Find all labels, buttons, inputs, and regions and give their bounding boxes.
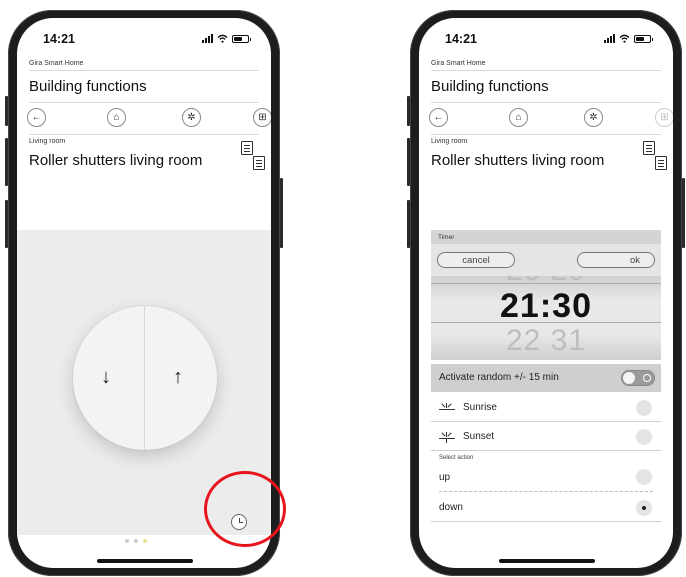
- status-bar: 14:21: [419, 18, 673, 52]
- app-name: Gira Smart Home: [29, 60, 84, 67]
- time-option-next[interactable]: 22 31: [431, 324, 661, 358]
- divider: [29, 102, 259, 103]
- gear-icon: ✲: [187, 112, 196, 123]
- action-option-down[interactable]: down: [431, 494, 661, 522]
- cancel-button[interactable]: cancel: [437, 252, 515, 268]
- time-option-selected[interactable]: 21:30: [431, 287, 661, 326]
- page-title: Building functions: [29, 78, 147, 95]
- room-label: Living room: [29, 138, 66, 145]
- home-button[interactable]: ⌂: [107, 108, 126, 127]
- sunrise-icon: [439, 402, 455, 414]
- document-icon[interactable]: [643, 141, 655, 155]
- house-icon: ⌂: [515, 112, 522, 123]
- scene-button[interactable]: ✲: [182, 108, 201, 127]
- side-button: [5, 200, 8, 248]
- battery-icon: [232, 34, 251, 43]
- arrow-down-icon[interactable]: ↓: [101, 366, 111, 389]
- gear-icon: ✲: [589, 112, 598, 123]
- home-indicator[interactable]: [97, 559, 193, 563]
- back-button[interactable]: ←: [27, 108, 46, 127]
- sunrise-radio[interactable]: [636, 400, 652, 416]
- random-toggle-row[interactable]: Activate random +/- 15 min: [431, 364, 661, 392]
- sunset-icon: [439, 431, 455, 443]
- nav-bar: ← ⌂ ✲ ⊞: [25, 108, 271, 128]
- divider: [144, 306, 145, 450]
- divider: [29, 70, 259, 71]
- device-title: Roller shutters living room: [29, 152, 203, 169]
- divider: [431, 70, 661, 71]
- battery-icon: [634, 34, 653, 43]
- random-toggle[interactable]: [621, 370, 655, 386]
- home-button[interactable]: ⌂: [509, 108, 528, 127]
- scene-button[interactable]: ✲: [584, 108, 603, 127]
- divider: [431, 102, 661, 103]
- action-label: up: [439, 471, 451, 483]
- side-button: [280, 178, 283, 248]
- device-title: Roller shutters living room: [431, 152, 605, 169]
- home-indicator[interactable]: [499, 559, 595, 563]
- select-action-label: Select action: [439, 455, 474, 461]
- page-dot-active: [143, 539, 147, 543]
- wifi-icon: [217, 34, 228, 43]
- right-phone: 14:21 Gira Smart Home Building functions…: [407, 10, 685, 576]
- highlight-circle: [204, 471, 286, 547]
- arrow-up-icon[interactable]: ↑: [173, 366, 183, 389]
- wifi-icon: [619, 34, 630, 43]
- document-icon[interactable]: [241, 141, 253, 155]
- status-time: 14:21: [43, 32, 75, 46]
- side-button: [5, 96, 8, 126]
- page-dot: [134, 539, 138, 543]
- page-indicator: [125, 539, 147, 543]
- status-icons: [604, 34, 653, 43]
- timer-heading: Timer: [431, 230, 661, 244]
- nav-bar: ← ⌂ ✲ ⊞: [427, 108, 673, 128]
- grid-icon: ⊞: [660, 112, 669, 123]
- phone-screen: 14:21 Gira Smart Home Building functions…: [419, 18, 673, 568]
- sunset-label: Sunset: [463, 431, 495, 442]
- sunrise-label: Sunrise: [463, 402, 497, 413]
- side-button: [407, 138, 410, 186]
- picker-line: [431, 322, 661, 323]
- document-icon[interactable]: [655, 156, 667, 170]
- arrow-left-icon: ←: [433, 112, 444, 123]
- document-icon[interactable]: [253, 156, 265, 170]
- signal-icon: [604, 34, 615, 43]
- grid-icon: ⊞: [258, 112, 267, 123]
- status-time: 14:21: [445, 32, 477, 46]
- side-button: [407, 96, 410, 126]
- arrow-left-icon: ←: [31, 112, 42, 123]
- side-button: [407, 200, 410, 248]
- signal-icon: [202, 34, 213, 43]
- divider: [439, 491, 653, 492]
- divider: [29, 134, 259, 135]
- side-button: [5, 138, 8, 186]
- sunset-radio[interactable]: [636, 429, 652, 445]
- app-name: Gira Smart Home: [431, 60, 486, 67]
- back-button[interactable]: ←: [429, 108, 448, 127]
- ok-button[interactable]: ok: [577, 252, 655, 268]
- grid-button[interactable]: ⊞: [655, 108, 673, 127]
- page-title: Building functions: [431, 78, 549, 95]
- house-icon: ⌂: [113, 112, 120, 123]
- side-button: [682, 178, 685, 248]
- time-picker-wheel[interactable]: 20 29 21:30 22 31: [431, 276, 661, 360]
- shutter-control-dial[interactable]: ↓ ↑: [73, 306, 217, 450]
- timer-panel: Timer cancel ok 20 29 21:30 22 31 Activa…: [431, 230, 661, 530]
- timer-button-row: cancel ok: [431, 244, 661, 276]
- sunrise-option[interactable]: Sunrise: [431, 394, 661, 422]
- action-radio[interactable]: [636, 500, 652, 516]
- sunset-option[interactable]: Sunset: [431, 423, 661, 451]
- grid-button[interactable]: ⊞: [253, 108, 271, 127]
- random-label: Activate random +/- 15 min: [439, 372, 559, 383]
- divider: [431, 134, 661, 135]
- status-bar: 14:21: [17, 18, 271, 52]
- picker-line: [431, 283, 661, 284]
- action-option-up[interactable]: up: [431, 463, 661, 491]
- action-radio[interactable]: [636, 469, 652, 485]
- room-label: Living room: [431, 138, 468, 145]
- page-dot: [125, 539, 129, 543]
- status-icons: [202, 34, 251, 43]
- action-label: down: [439, 502, 463, 513]
